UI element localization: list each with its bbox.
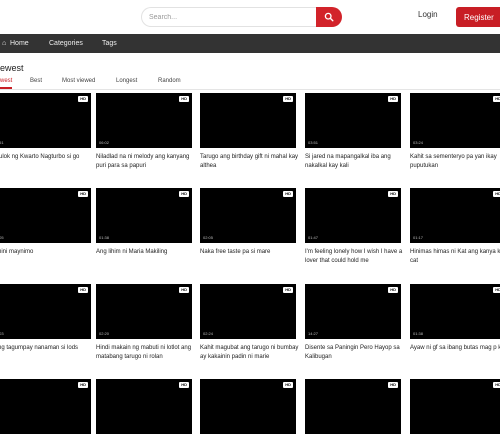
search-icon — [324, 12, 334, 22]
video-thumbnail[interactable]: HD :03 — [0, 284, 91, 339]
video-title[interactable]: Ang lihim ni Maria Makiling — [96, 248, 200, 257]
tab-random[interactable]: Random — [158, 77, 181, 89]
video-thumbnail[interactable]: HD 01:38 — [410, 284, 500, 339]
tab-best[interactable]: Best — [30, 77, 42, 89]
video-title[interactable]: Kahit magubat ang tarugo ni bumbay ay ka… — [200, 344, 304, 362]
video-duration: :05 — [0, 235, 4, 240]
video-duration: 01:47 — [308, 235, 319, 240]
video-title[interactable]: ting tagumpay nanaman si lods — [0, 344, 99, 353]
hd-badge: HD — [78, 287, 88, 293]
video-title[interactable]: Ayaw ni gf sa ibang butas mag p kayat — [410, 344, 500, 353]
nav-home[interactable]: ⌂ Home — [0, 34, 29, 53]
video-title[interactable]: Kahit sa sementeryo pa yan ikay puputuka… — [410, 153, 500, 171]
video-thumbnail[interactable]: HD 01:38 — [96, 188, 192, 243]
hd-badge: HD — [78, 191, 88, 197]
video-duration: 01:17 — [413, 235, 424, 240]
sort-tabs: west Best Most viewed Longest Random — [0, 77, 500, 90]
video-thumbnail[interactable]: HD — [305, 379, 401, 434]
hd-badge: HD — [179, 382, 189, 388]
video-title[interactable]: I'm feeling lonely how I wish I have a l… — [305, 248, 409, 266]
video-thumbnail[interactable]: HD 14:27 — [305, 284, 401, 339]
main-nav: ⌂ Home Categories Tags — [0, 34, 500, 53]
video-thumbnail[interactable]: HD :05 — [0, 188, 91, 243]
hd-badge: HD — [493, 191, 500, 197]
register-button[interactable]: Register — [456, 7, 500, 27]
hd-badge: HD — [493, 382, 500, 388]
login-link[interactable]: Login — [418, 10, 438, 19]
video-duration: 01:38 — [99, 235, 110, 240]
top-bar: Login Register — [0, 0, 500, 34]
video-duration: 03:24 — [413, 140, 424, 145]
tab-most-viewed[interactable]: Most viewed — [62, 77, 95, 89]
hd-badge: HD — [283, 96, 293, 102]
hd-badge: HD — [283, 287, 293, 293]
video-title[interactable]: imini maynimo — [0, 248, 99, 257]
video-duration: 02:20 — [99, 331, 110, 336]
video-thumbnail[interactable]: HD :51 — [0, 93, 91, 148]
hd-badge: HD — [283, 382, 293, 388]
home-icon: ⌂ — [2, 40, 7, 47]
video-duration: :03 — [0, 331, 4, 336]
video-thumbnail[interactable]: HD 03:51 — [305, 93, 401, 148]
video-duration: 03:51 — [308, 140, 319, 145]
video-thumbnail[interactable]: HD 06:02 — [96, 93, 192, 148]
hd-badge: HD — [283, 191, 293, 197]
video-thumbnail[interactable]: HD — [200, 379, 296, 434]
video-title[interactable]: Tarugo ang birthday gift ni mahal kay al… — [200, 153, 304, 171]
tab-newest[interactable]: west — [0, 77, 12, 89]
video-title[interactable]: Hinimas himas ni Kat ang kanya kitty cat — [410, 248, 500, 266]
search-input[interactable] — [141, 7, 321, 27]
video-thumbnail[interactable]: HD — [0, 379, 91, 434]
hd-badge: HD — [179, 191, 189, 197]
hd-badge: HD — [388, 287, 398, 293]
hd-badge: HD — [388, 382, 398, 388]
video-title[interactable]: Disente sa Paningin Pero Hayop sa Kalibu… — [305, 344, 409, 362]
hd-badge: HD — [179, 96, 189, 102]
hd-badge: HD — [388, 191, 398, 197]
video-title[interactable]: Niladlad na ni melody ang kanyang puri p… — [96, 153, 200, 171]
video-title[interactable]: Si jared na mapangalkal iba ang nakalkal… — [305, 153, 409, 171]
video-thumbnail[interactable]: HD — [96, 379, 192, 434]
video-thumbnail[interactable]: HD 03:24 — [410, 93, 500, 148]
nav-categories[interactable]: Categories — [49, 34, 83, 53]
video-duration: 14:27 — [308, 331, 319, 336]
video-thumbnail[interactable]: HD 02:24 — [200, 284, 296, 339]
video-duration: 02:05 — [203, 235, 214, 240]
video-duration: 01:38 — [413, 331, 424, 336]
video-title[interactable]: Hindi makain ng mabuti ni lotlot ang mat… — [96, 344, 200, 362]
video-duration: :51 — [0, 140, 4, 145]
search-button[interactable] — [316, 7, 342, 27]
hd-badge: HD — [493, 96, 500, 102]
hd-badge: HD — [78, 382, 88, 388]
video-thumbnail[interactable]: HD 02:20 — [96, 284, 192, 339]
hd-badge: HD — [179, 287, 189, 293]
video-thumbnail[interactable]: HD — [200, 93, 296, 148]
hd-badge: HD — [388, 96, 398, 102]
hd-badge: HD — [78, 96, 88, 102]
nav-home-label: Home — [10, 40, 29, 47]
video-thumbnail[interactable]: HD — [410, 379, 500, 434]
video-thumbnail[interactable]: HD 01:47 — [305, 188, 401, 243]
video-duration: 06:02 — [99, 140, 110, 145]
tab-longest[interactable]: Longest — [116, 77, 137, 89]
nav-tags[interactable]: Tags — [102, 34, 117, 53]
section-title: ewest — [0, 63, 24, 73]
video-title[interactable]: Naka free taste pa si mare — [200, 248, 304, 257]
video-title[interactable]: Sulok ng Kwarto Nagturbo si go — [0, 153, 99, 162]
video-thumbnail[interactable]: HD 01:17 — [410, 188, 500, 243]
hd-badge: HD — [493, 287, 500, 293]
video-duration: 02:24 — [203, 331, 214, 336]
video-thumbnail[interactable]: HD 02:05 — [200, 188, 296, 243]
